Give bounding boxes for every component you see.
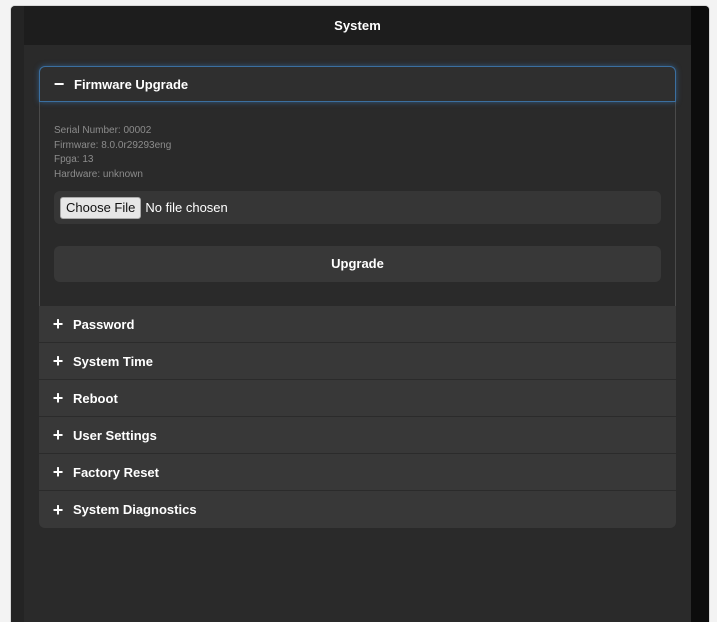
left-edge-bar: [11, 6, 24, 622]
user-settings-header[interactable]: + User Settings: [39, 417, 676, 454]
plus-icon: +: [52, 351, 64, 371]
plus-icon: +: [52, 462, 64, 482]
content-area: − Firmware Upgrade Serial Number: 00002 …: [24, 45, 691, 622]
firmware-upgrade-body: Serial Number: 00002 Firmware: 8.0.0r292…: [39, 102, 676, 306]
fpga-text: Fpga: 13: [54, 154, 94, 165]
reboot-header[interactable]: + Reboot: [39, 380, 676, 417]
serial-number-text: Serial Number: 00002: [54, 125, 152, 136]
plus-icon: +: [52, 425, 64, 445]
password-label: Password: [73, 316, 135, 332]
firmware-version-text: Firmware: 8.0.0r29293eng: [54, 139, 172, 151]
system-diagnostics-label: System Diagnostics: [73, 502, 197, 517]
right-edge-bar: [691, 6, 709, 622]
file-input-row: Choose File No file chosen: [54, 191, 661, 224]
plus-icon: +: [52, 388, 64, 408]
hardware-text: Hardware: unknown: [54, 168, 143, 180]
system-diagnostics-header[interactable]: + System Diagnostics: [39, 491, 676, 528]
file-status-text: No file chosen: [145, 200, 228, 215]
system-time-header[interactable]: + System Time: [39, 343, 676, 380]
system-window: System − Firmware Upgrade Serial Number:…: [11, 6, 709, 622]
reboot-label: Reboot: [73, 390, 118, 406]
factory-reset-label: Factory Reset: [73, 464, 159, 480]
firmware-upgrade-label: Firmware Upgrade: [74, 76, 189, 92]
plus-icon: +: [52, 499, 64, 520]
settings-accordion: − Firmware Upgrade Serial Number: 00002 …: [39, 66, 676, 528]
plus-icon: +: [52, 314, 64, 334]
window-title: System: [24, 6, 691, 45]
firmware-upgrade-header[interactable]: − Firmware Upgrade: [39, 66, 676, 102]
choose-file-button[interactable]: Choose File: [60, 196, 142, 219]
minus-icon: −: [53, 74, 65, 94]
password-header[interactable]: + Password: [39, 306, 676, 343]
user-settings-label: User Settings: [73, 427, 157, 443]
factory-reset-header[interactable]: + Factory Reset: [39, 454, 676, 491]
upgrade-button[interactable]: Upgrade: [54, 246, 661, 282]
system-time-label: System Time: [73, 353, 153, 369]
